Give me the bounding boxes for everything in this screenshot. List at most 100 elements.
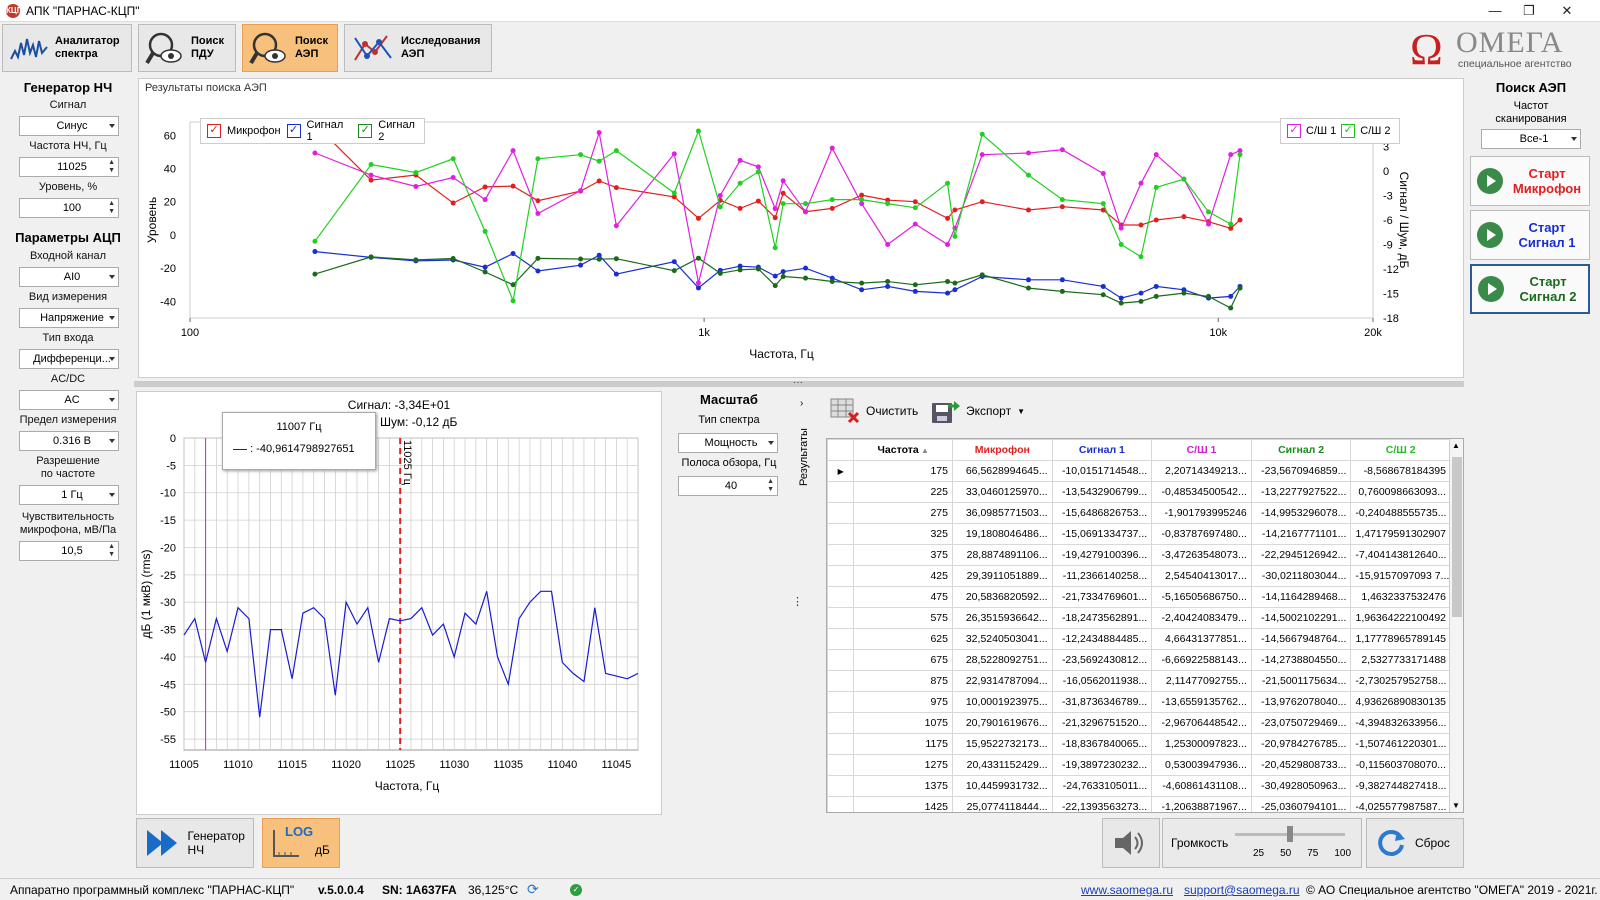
table-cell[interactable]: 22,9314787094... (952, 670, 1053, 692)
table-cell[interactable]: -4,60861431108... (1151, 775, 1252, 797)
table-cell[interactable]: -2,96706448542... (1151, 712, 1252, 734)
table-row[interactable]: 675 28,5228092751... -23,5692430812... -6,6… (827, 649, 1451, 671)
table-cell[interactable]: -31,8736346789... (1051, 691, 1153, 713)
table-cell[interactable]: -23,0750729469... (1250, 712, 1352, 734)
scrollbar-thumb[interactable] (1452, 457, 1462, 617)
table-cell[interactable]: 66,5628994645... (952, 460, 1053, 482)
row-pointer-icon[interactable]: ▶ (827, 460, 855, 482)
intype-select[interactable]: Дифференци... (19, 349, 119, 369)
table-cell[interactable]: 10,4459931732... (952, 775, 1053, 797)
table-cell[interactable]: 4,66431377851... (1151, 628, 1252, 650)
website-link[interactable]: www.saomega.ru (1081, 883, 1173, 897)
start-mic-button[interactable]: Старт Микрофон (1470, 156, 1590, 206)
table-cell[interactable]: -18,8367840065... (1051, 733, 1153, 755)
table-cell[interactable]: -14,5667948764... (1250, 628, 1352, 650)
table-cell[interactable]: -19,4279100396... (1051, 544, 1153, 566)
row-header[interactable] (827, 649, 855, 671)
table-cell[interactable]: -19,3897230232... (1051, 754, 1153, 776)
table-cell[interactable]: -14,1164289468... (1250, 586, 1352, 608)
table-cell[interactable]: 475 (853, 586, 953, 608)
freq-spinner[interactable]: 11025 ▲ ▼ (19, 157, 119, 177)
table-cell[interactable]: -13,2277927522... (1250, 481, 1352, 503)
table-cell[interactable]: 20,5836820592... (952, 586, 1053, 608)
table-cell[interactable]: 225 (853, 481, 953, 503)
signal-select[interactable]: Синус (19, 116, 119, 136)
table-cell[interactable]: 1375 (853, 775, 953, 797)
input-select[interactable]: AI0 (19, 267, 119, 287)
sync-icon[interactable]: ⟳ (527, 881, 539, 898)
row-header[interactable] (827, 754, 855, 776)
limit-select[interactable]: 0.316 В (19, 431, 119, 451)
table-cell[interactable]: 375 (853, 544, 953, 566)
checkbox-icon[interactable]: ✓ (358, 124, 373, 138)
generator-button[interactable]: Генератор НЧ (136, 818, 254, 868)
row-header[interactable] (827, 565, 855, 587)
table-cell[interactable]: -7,404143812640... (1350, 544, 1451, 566)
table-cell[interactable]: 1,47179591302907 (1350, 523, 1451, 545)
table-cell[interactable]: -20,9784276785... (1250, 733, 1352, 755)
table-cell[interactable]: -13,6559135762... (1151, 691, 1252, 713)
table-cell[interactable]: -24,7633105011... (1051, 775, 1153, 797)
table-cell[interactable]: 275 (853, 502, 953, 524)
table-cell[interactable]: -10,0151714548... (1051, 460, 1153, 482)
table-cell[interactable]: -0,83787697480... (1151, 523, 1252, 545)
table-row[interactable]: 1375 10,4459931732... -24,7633105011... -4,… (827, 775, 1451, 797)
support-email-link[interactable]: support@saomega.ru (1184, 883, 1300, 897)
table-cell[interactable]: -2,730257952758... (1350, 670, 1451, 692)
start-signal1-button[interactable]: Старт Сигнал 1 (1470, 210, 1590, 260)
table-cell[interactable]: -4,025577987587... (1350, 796, 1451, 812)
level-spinner[interactable]: 100 ▲ ▼ (19, 198, 119, 218)
row-header[interactable] (827, 544, 855, 566)
column-header[interactable]: С/Ш 2 (1350, 439, 1451, 461)
checkbox-icon[interactable]: ✓ (286, 124, 301, 138)
table-cell[interactable]: -9,382744827418... (1350, 775, 1451, 797)
start-signal2-button[interactable]: Старт Сигнал 2 (1470, 264, 1590, 314)
table-cell[interactable]: 875 (853, 670, 953, 692)
table-cell[interactable]: 2,54540413017... (1151, 565, 1252, 587)
table-cell[interactable]: 0,53003947936... (1151, 754, 1252, 776)
table-cell[interactable]: 675 (853, 649, 953, 671)
column-header[interactable]: Сигнал 2 (1250, 439, 1352, 461)
row-header[interactable] (827, 775, 855, 797)
band-spinner[interactable]: 40 ▲ ▼ (678, 476, 778, 496)
table-cell[interactable]: 2,20714349213... (1151, 460, 1252, 482)
table-cell[interactable]: 36,0985771503... (952, 502, 1053, 524)
table-cell[interactable]: -30,4928050963... (1250, 775, 1352, 797)
table-cell[interactable]: -1,20638871967... (1151, 796, 1252, 812)
chevron-right-icon[interactable]: › (800, 398, 803, 409)
table-cell[interactable]: -2,40424083479... (1151, 607, 1252, 629)
table-cell[interactable]: -12,2434884485... (1051, 628, 1153, 650)
table-cell[interactable]: -1,901793995246 (1151, 502, 1252, 524)
reset-button[interactable]: Сброс (1366, 818, 1464, 868)
table-cell[interactable]: 10,0001923975... (952, 691, 1053, 713)
table-cell[interactable]: -14,5002102291... (1250, 607, 1352, 629)
table-row[interactable]: 1175 15,9522732173... -18,8367840065... 1,2… (827, 733, 1451, 755)
row-header[interactable] (827, 586, 855, 608)
table-cell[interactable]: -13,9762078040... (1250, 691, 1352, 713)
table-cell[interactable]: 4,93626890830135 (1350, 691, 1451, 713)
clear-button[interactable]: Очистить (830, 398, 918, 424)
table-cell[interactable]: 1,25300097823... (1151, 733, 1252, 755)
table-cell[interactable]: -3,47263548073... (1151, 544, 1252, 566)
row-header[interactable] (827, 691, 855, 713)
table-cell[interactable]: -5,16505686750... (1151, 586, 1252, 608)
table-cell[interactable]: -13,5432906799... (1051, 481, 1153, 503)
mute-button[interactable] (1102, 818, 1160, 868)
table-cell[interactable]: 25,0774118444... (952, 796, 1053, 812)
table-row[interactable]: 1425 25,0774118444... -22,1393563273... -1,… (827, 796, 1451, 812)
table-row[interactable]: 425 29,3911051889... -11,2366140258... 2,54… (827, 565, 1451, 587)
table-cell[interactable]: 28,8874891106... (952, 544, 1053, 566)
table-row[interactable]: 1275 20,4331152429... -19,3897230232... 0,5… (827, 754, 1451, 776)
row-header[interactable] (827, 607, 855, 629)
sens-spinner[interactable]: 10,5 ▲ ▼ (19, 541, 119, 561)
table-cell[interactable]: 26,3515936642... (952, 607, 1053, 629)
table-cell[interactable]: 19,1808046486... (952, 523, 1053, 545)
table-cell[interactable]: 2,5327733171488 (1350, 649, 1451, 671)
table-cell[interactable]: 325 (853, 523, 953, 545)
table-cell[interactable]: 1,17778965789145 (1350, 628, 1451, 650)
table-row[interactable]: 875 22,9314787094... -16,0562011938... 2,11… (827, 670, 1451, 692)
close-icon[interactable]: ✕ (1552, 2, 1582, 20)
table-cell[interactable]: -15,9157097093 7... (1350, 565, 1451, 587)
checkbox-icon[interactable]: ✓ (207, 124, 221, 138)
table-cell[interactable]: 175 (853, 460, 953, 482)
